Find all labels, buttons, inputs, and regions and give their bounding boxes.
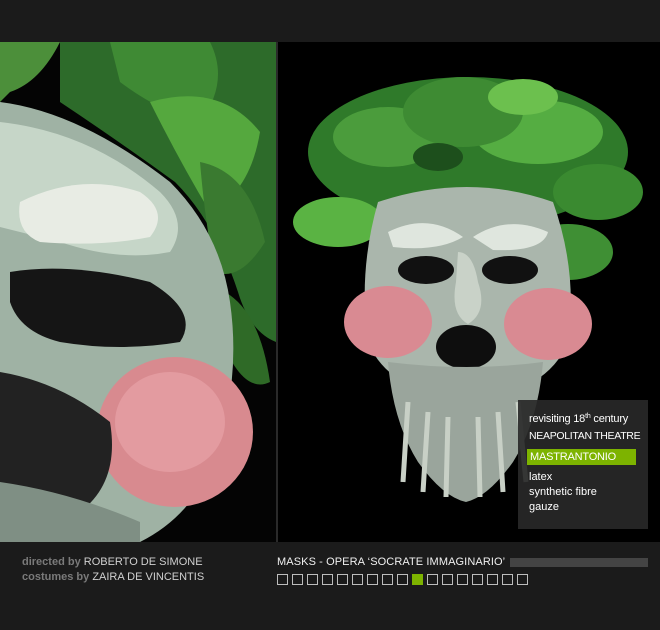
thumbnail[interactable] <box>307 574 318 585</box>
thumbnail[interactable] <box>382 574 393 585</box>
caption-theatre: NEAPOLITAN THEATRE <box>529 430 641 442</box>
thumbnail[interactable] <box>472 574 483 585</box>
thumbnail[interactable] <box>442 574 453 585</box>
thumbnail-nav <box>277 574 532 585</box>
gallery-title: MASKS - OPERA ‘SOCRATE IMMAGINARIO’ <box>277 556 506 568</box>
top-bar <box>0 0 660 42</box>
thumbnail[interactable] <box>352 574 363 585</box>
thumbnail[interactable] <box>292 574 303 585</box>
thumbnail[interactable] <box>427 574 438 585</box>
mask-name-label: MASTRANTONIO <box>527 449 636 465</box>
material-item: gauze <box>529 501 559 513</box>
progress-bar <box>510 558 648 567</box>
credit-director: directed by ROBERTO DE SIMONE <box>22 556 203 568</box>
thumbnail[interactable] <box>397 574 408 585</box>
material-item: latex <box>529 471 553 483</box>
thumbnail[interactable] <box>367 574 378 585</box>
thumbnail[interactable] <box>457 574 468 585</box>
thumbnail[interactable] <box>502 574 513 585</box>
caption-era: revisiting 18th century <box>529 413 629 425</box>
thumbnail[interactable] <box>487 574 498 585</box>
thumbnail-active[interactable] <box>412 574 423 585</box>
thumbnail[interactable] <box>322 574 333 585</box>
credit-costumes: costumes by ZAIRA DE VINCENTIS <box>22 571 205 583</box>
thumbnail[interactable] <box>517 574 528 585</box>
material-item: synthetic fibre <box>529 486 597 498</box>
photo-gallery: revisiting 18th century NEAPOLITAN THEAT… <box>0 42 660 542</box>
footer: directed by ROBERTO DE SIMONE costumes b… <box>0 542 660 630</box>
mask-info-box: revisiting 18th century NEAPOLITAN THEAT… <box>518 400 648 529</box>
thumbnail[interactable] <box>337 574 348 585</box>
mask-closeup-photo <box>0 42 276 542</box>
thumbnail[interactable] <box>277 574 288 585</box>
